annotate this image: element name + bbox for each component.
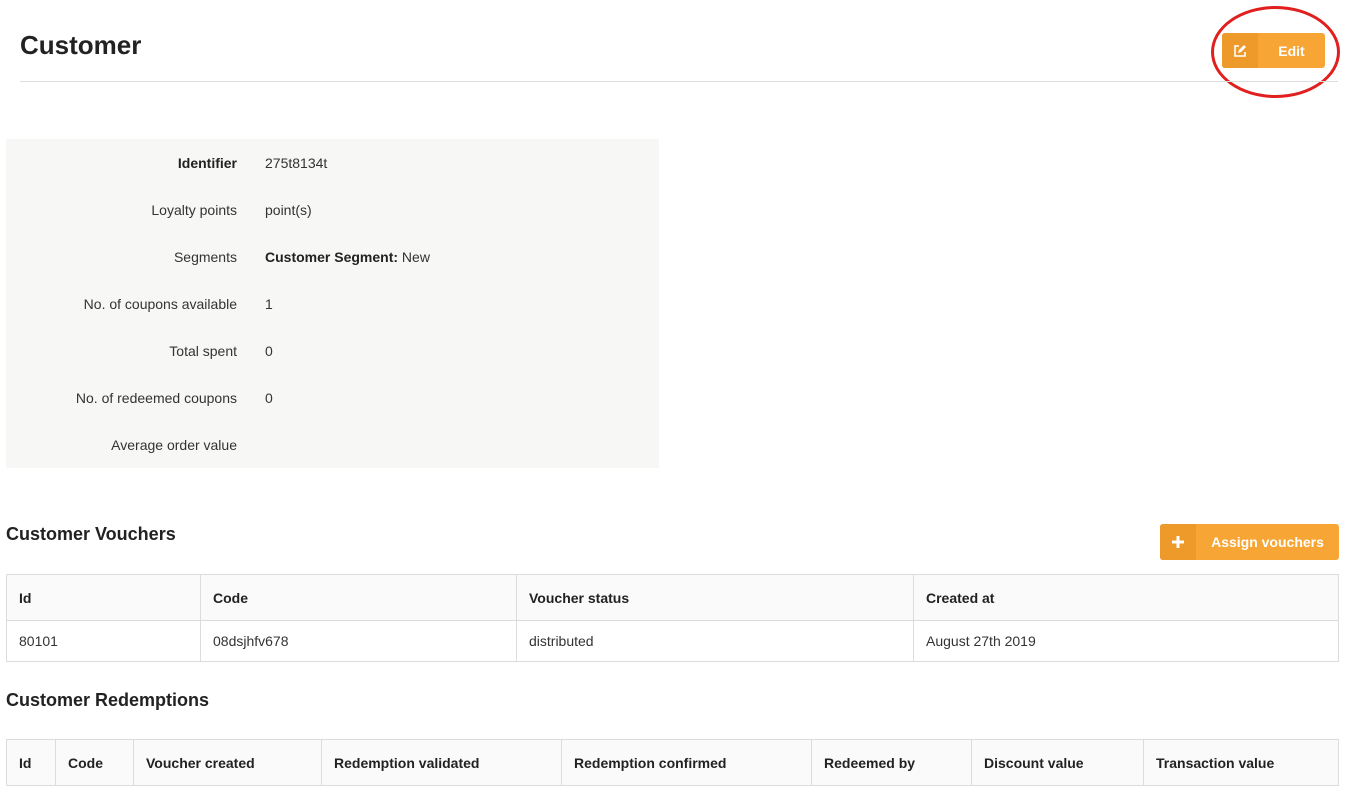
column-header[interactable]: Voucher status — [516, 574, 914, 621]
assign-vouchers-button[interactable]: Assign vouchers — [1160, 524, 1339, 560]
column-header[interactable]: Discount value — [971, 739, 1144, 786]
column-header[interactable]: Redemption confirmed — [561, 739, 812, 786]
customer-info-panel: Identifier 275t8134t Loyalty points poin… — [6, 139, 659, 468]
table-row[interactable]: 80101 08dsjhfv678 distributed August 27t… — [6, 620, 1339, 662]
column-header[interactable]: Code — [200, 574, 517, 621]
info-value: 1 — [265, 296, 273, 312]
column-header[interactable]: Transaction value — [1143, 739, 1339, 786]
column-header[interactable]: Voucher created — [133, 739, 322, 786]
info-label: Total spent — [169, 343, 237, 359]
info-label: Loyalty points — [151, 202, 237, 218]
info-label: Segments — [173, 249, 237, 265]
info-value: 0 — [265, 343, 273, 359]
column-header[interactable]: Code — [55, 739, 134, 786]
redemptions-table: Id Code Voucher created Redemption valid… — [6, 739, 1339, 786]
info-value: 275t8134t — [265, 155, 328, 171]
info-row-segments: Segments Customer Segment: New — [6, 247, 659, 267]
vouchers-section-title: Customer Vouchers — [6, 524, 176, 544]
info-row-coupons-available: No. of coupons available 1 — [6, 294, 659, 314]
column-header[interactable]: Created at — [913, 574, 1339, 621]
info-label: No. of redeemed coupons — [75, 390, 237, 406]
info-label: Identifier — [177, 155, 237, 171]
assign-vouchers-label: Assign vouchers — [1211, 534, 1324, 550]
info-label: Average order value — [111, 437, 237, 453]
redemptions-header-row: Id Code Voucher created Redemption valid… — [6, 739, 1339, 786]
vouchers-table: Id Code Voucher status Created at 80101 … — [6, 574, 1339, 662]
plus-icon — [1160, 524, 1196, 560]
info-row-loyalty-points: Loyalty points point(s) — [6, 200, 659, 220]
column-header[interactable]: Id — [6, 739, 56, 786]
info-row-redeemed-coupons: No. of redeemed coupons 0 — [6, 388, 659, 408]
info-value: Customer Segment: New — [265, 247, 430, 267]
edit-button[interactable]: Edit — [1222, 33, 1325, 68]
title-divider — [20, 81, 1338, 82]
segment-key: Customer Segment: — [265, 249, 399, 265]
voucher-id: 80101 — [6, 620, 201, 662]
column-header[interactable]: Redemption validated — [321, 739, 562, 786]
column-header[interactable]: Id — [6, 574, 201, 621]
edit-button-label: Edit — [1278, 42, 1305, 59]
info-value: point(s) — [265, 202, 312, 218]
info-label: No. of coupons available — [83, 296, 237, 312]
info-row-identifier: Identifier 275t8134t — [6, 153, 659, 173]
voucher-status: distributed — [516, 620, 914, 662]
redemptions-section-title: Customer Redemptions — [6, 690, 210, 710]
voucher-created-at: August 27th 2019 — [913, 620, 1339, 662]
segment-value: New — [401, 249, 430, 265]
column-header[interactable]: Redeemed by — [811, 739, 972, 786]
page-title: Customer — [20, 30, 142, 60]
voucher-code[interactable]: 08dsjhfv678 — [200, 620, 517, 662]
info-row-average-order-value: Average order value — [6, 435, 659, 455]
vouchers-header-row: Id Code Voucher status Created at — [6, 574, 1339, 621]
edit-icon — [1222, 33, 1258, 68]
info-value: 0 — [265, 390, 273, 406]
info-row-total-spent: Total spent 0 — [6, 341, 659, 361]
